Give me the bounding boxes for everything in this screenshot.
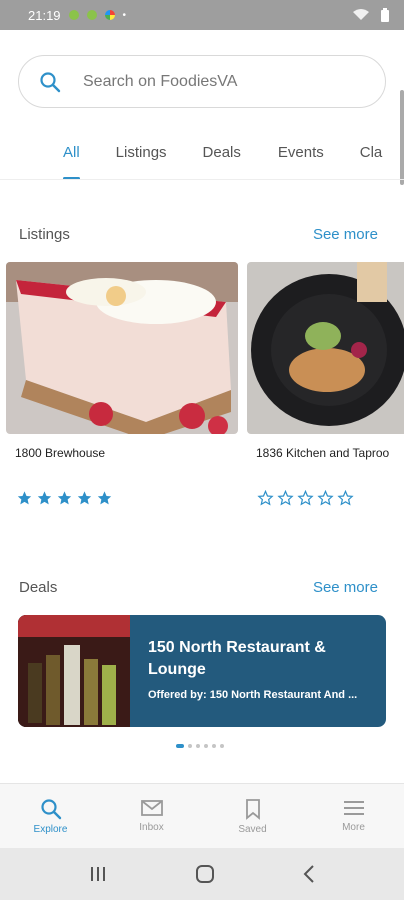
star-filled-icon xyxy=(37,491,52,505)
deals-see-more-link[interactable]: See more xyxy=(313,579,378,596)
bottom-nav: Explore Inbox Saved More xyxy=(0,783,404,848)
nav-inbox[interactable]: Inbox xyxy=(101,784,202,848)
android-icon xyxy=(86,10,97,20)
search-bar[interactable]: Search on FoodiesVA xyxy=(18,55,386,108)
listing-name: 1800 Brewhouse xyxy=(15,446,106,460)
deal-image xyxy=(18,615,130,727)
star-filled-icon xyxy=(17,491,32,505)
nav-more[interactable]: More xyxy=(303,784,404,848)
star-rating xyxy=(16,490,238,506)
search-icon xyxy=(40,71,61,92)
bookmark-icon xyxy=(245,799,260,820)
back-icon[interactable] xyxy=(302,864,316,884)
listings-see-more-link[interactable]: See more xyxy=(313,226,378,243)
listing-card[interactable]: 1800 Brewhouse xyxy=(6,262,238,512)
star-outline-icon xyxy=(277,490,294,506)
search-input[interactable]: Search on FoodiesVA xyxy=(83,73,237,91)
wifi-icon xyxy=(353,9,369,20)
nav-label: Saved xyxy=(238,824,267,835)
pager-dot[interactable] xyxy=(220,744,224,748)
mail-icon xyxy=(140,800,163,816)
deal-offered-by: Offered by: 150 North Restaurant And ... xyxy=(148,689,358,701)
listing-image xyxy=(6,262,238,434)
nav-label: More xyxy=(342,822,365,833)
nav-label: Inbox xyxy=(139,822,164,833)
listing-image xyxy=(247,262,404,434)
tab-all[interactable]: All xyxy=(63,132,80,179)
deals-pager xyxy=(176,744,224,748)
star-rating xyxy=(257,490,404,506)
pager-dot[interactable] xyxy=(188,744,192,748)
menu-icon xyxy=(343,801,364,815)
listing-card[interactable]: 1836 Kitchen and Taproo xyxy=(247,262,404,512)
star-outline-icon xyxy=(317,490,334,506)
nav-saved[interactable]: Saved xyxy=(202,784,303,848)
tab-events[interactable]: Events xyxy=(278,132,324,179)
home-icon[interactable] xyxy=(194,863,216,885)
star-filled-icon xyxy=(57,491,72,505)
star-outline-icon xyxy=(257,490,274,506)
battery-icon xyxy=(381,8,389,22)
status-bar: 21:19 • xyxy=(0,0,404,30)
deals-heading: Deals xyxy=(19,579,58,596)
pager-dot-active[interactable] xyxy=(176,744,184,748)
nav-explore[interactable]: Explore xyxy=(0,784,101,848)
tab-deals[interactable]: Deals xyxy=(203,132,241,179)
star-outline-icon xyxy=(297,490,314,506)
tab-listings[interactable]: Listings xyxy=(116,132,167,179)
notification-dot-icon: • xyxy=(122,9,127,21)
nav-label: Explore xyxy=(33,824,68,835)
android-icon xyxy=(68,10,79,20)
star-filled-icon xyxy=(77,491,92,505)
category-tabs: All Listings Deals Events Cla xyxy=(0,132,404,180)
listing-name: 1836 Kitchen and Taproo xyxy=(256,446,390,460)
deal-title: 150 North Restaurant & Lounge xyxy=(148,639,326,678)
recent-apps-icon[interactable] xyxy=(88,865,108,883)
pager-dot[interactable] xyxy=(196,744,200,748)
system-nav-bar xyxy=(0,848,404,900)
listings-heading: Listings xyxy=(19,226,70,243)
chrome-icon xyxy=(104,10,115,20)
tab-classifieds[interactable]: Cla xyxy=(360,132,383,179)
star-outline-icon xyxy=(337,490,354,506)
search-icon xyxy=(40,799,61,820)
star-filled-icon xyxy=(97,491,112,505)
deal-card[interactable]: 150 North Restaurant & Lounge Offered by… xyxy=(18,615,386,727)
pager-dot[interactable] xyxy=(212,744,216,748)
pager-dot[interactable] xyxy=(204,744,208,748)
status-time: 21:19 xyxy=(28,7,61,23)
